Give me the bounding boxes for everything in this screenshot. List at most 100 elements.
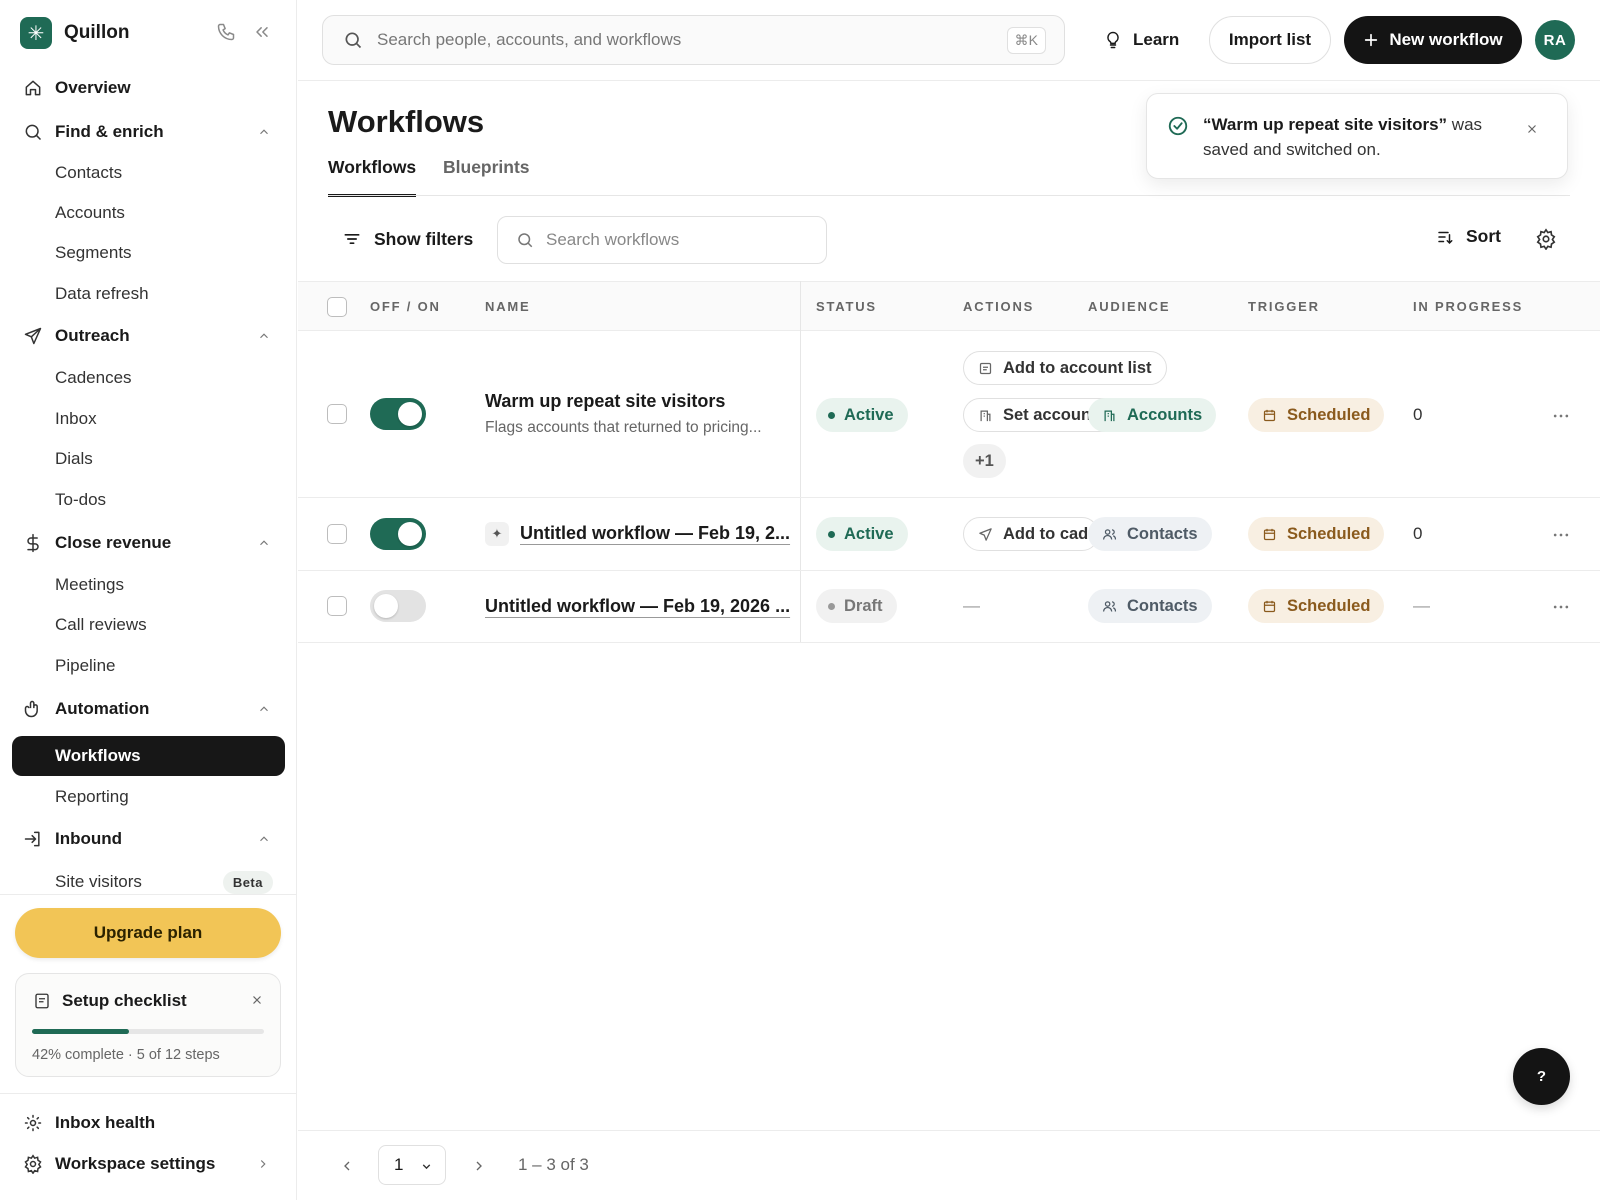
column-header-toggle[interactable]: OFF / ON	[370, 299, 441, 314]
workflow-name[interactable]: Untitled workflow — Feb 19, 2...	[520, 523, 790, 544]
row-checkbox[interactable]	[327, 524, 347, 544]
status-badge: Active	[816, 398, 908, 432]
sidebar-item-dials[interactable]: Dials	[12, 439, 285, 479]
avatar[interactable]: RA	[1535, 20, 1575, 60]
brand[interactable]: ✳ Quillon	[20, 17, 129, 49]
learn-button[interactable]: Learn	[1103, 22, 1179, 58]
sidebar-group-inbound[interactable]: Inbound	[12, 819, 285, 859]
table-row[interactable]: Warm up repeat site visitors Flags accou…	[298, 331, 1600, 498]
column-header-in-progress[interactable]: IN PROGRESS	[1413, 299, 1523, 314]
sidebar-group-close-revenue[interactable]: Close revenue	[12, 523, 285, 563]
close-icon[interactable]	[1525, 122, 1539, 136]
table-settings-gear-icon[interactable]	[1535, 228, 1557, 250]
sidebar-item-meetings[interactable]: Meetings	[12, 565, 285, 605]
sidebar-item-overview[interactable]: Overview	[12, 68, 285, 108]
column-header-audience[interactable]: AUDIENCE	[1088, 299, 1170, 314]
sidebar-item-accounts[interactable]: Accounts	[12, 193, 285, 233]
home-icon	[22, 78, 44, 98]
row-checkbox[interactable]	[327, 404, 347, 424]
column-header-actions[interactable]: ACTIONS	[963, 299, 1034, 314]
checklist-title: Setup checklist	[62, 991, 187, 1010]
sidebar-group-automation[interactable]: Automation	[12, 689, 285, 729]
sidebar-item-pipeline[interactable]: Pipeline	[12, 646, 285, 686]
global-search-input[interactable]	[377, 30, 977, 50]
status-badge: Draft	[816, 589, 897, 623]
column-header-name[interactable]: NAME	[485, 299, 530, 314]
sidebar-item-workflows[interactable]: Workflows	[12, 736, 285, 776]
status-dot	[828, 602, 835, 610]
search-icon	[22, 122, 44, 142]
page-select[interactable]: 1	[378, 1145, 446, 1185]
global-search[interactable]: ⌘K	[322, 15, 1065, 65]
tab-workflows[interactable]: Workflows	[328, 157, 417, 197]
table-row[interactable]: Untitled workflow — Feb 19, 2026 ... Dra…	[298, 571, 1600, 643]
workflow-name[interactable]: Warm up repeat site visitors	[485, 391, 725, 412]
sidebar-item-reporting[interactable]: Reporting	[12, 777, 285, 817]
more-options-icon[interactable]	[1551, 597, 1571, 617]
sidebar-item-contacts[interactable]: Contacts	[12, 153, 285, 193]
setup-checklist[interactable]: Setup checklist 42% complete · 5 of 12 s…	[15, 973, 281, 1077]
chevron-up-icon	[257, 702, 271, 716]
action-chip[interactable]: Add to cadence	[963, 517, 1099, 551]
workflow-toggle[interactable]	[370, 518, 426, 550]
sidebar-item-to-dos[interactable]: To-dos	[12, 480, 285, 520]
column-header-status[interactable]: STATUS	[816, 299, 877, 314]
more-options-icon[interactable]	[1551, 525, 1571, 545]
phone-icon[interactable]	[216, 22, 236, 42]
sidebar-item-inbox[interactable]: Inbox	[12, 399, 285, 439]
table-row[interactable]: ✦ Untitled workflow — Feb 19, 2... Activ…	[298, 498, 1600, 571]
toggle-knob	[398, 402, 422, 426]
sidebar-group-label: Find & enrich	[55, 122, 164, 141]
sidebar-item-segments[interactable]: Segments	[12, 233, 285, 273]
sidebar-item-call-reviews[interactable]: Call reviews	[12, 605, 285, 645]
chevron-right-icon[interactable]	[471, 1158, 487, 1174]
sidebar-item-data-refresh[interactable]: Data refresh	[12, 274, 285, 314]
workflow-toggle[interactable]	[370, 590, 426, 622]
chevron-left-icon[interactable]	[339, 1158, 355, 1174]
more-actions-chip[interactable]: +1	[963, 444, 1006, 478]
shortcut-hint: ⌘K	[1006, 27, 1046, 54]
send-icon	[978, 527, 993, 542]
beta-badge: Beta	[222, 870, 273, 894]
column-header-trigger[interactable]: TRIGGER	[1248, 299, 1320, 314]
sort-button[interactable]: Sort	[1436, 226, 1501, 247]
checklist-progress-fill	[32, 1029, 130, 1034]
workflow-search[interactable]	[497, 216, 827, 264]
calendar-icon	[1262, 527, 1277, 542]
new-workflow-button[interactable]: New workflow	[1344, 16, 1522, 64]
collapse-sidebar-icon[interactable]	[252, 22, 272, 42]
lightbulb-icon	[1103, 30, 1123, 50]
show-filters-button[interactable]: Show filters	[342, 226, 473, 252]
select-all-checkbox[interactable]	[327, 297, 347, 317]
sidebar-group-label: Inbound	[55, 829, 123, 848]
workflow-search-input[interactable]	[546, 230, 806, 250]
sidebar-group-outreach[interactable]: Outreach	[12, 316, 285, 356]
sidebar-item-label: Inbox	[55, 409, 97, 428]
more-options-icon[interactable]	[1551, 406, 1571, 426]
workflow-toggle[interactable]	[370, 398, 426, 430]
help-button[interactable]: ?	[1513, 1048, 1570, 1105]
workflow-name[interactable]: Untitled workflow — Feb 19, 2026 ...	[485, 596, 790, 617]
sort-label: Sort	[1466, 226, 1501, 246]
sidebar-item-workspace-settings[interactable]: Workspace settings	[12, 1144, 284, 1184]
dollar-icon	[22, 533, 44, 553]
sidebar-item-label: Inbox health	[55, 1113, 156, 1132]
status-label: Active	[844, 524, 894, 543]
import-list-button[interactable]: Import list	[1209, 16, 1331, 64]
check-circle-icon	[1167, 115, 1189, 137]
sidebar-item-inbox-health[interactable]: Inbox health	[12, 1103, 284, 1143]
row-checkbox[interactable]	[327, 596, 347, 616]
sidebar-item-cadences[interactable]: Cadences	[12, 358, 285, 398]
sidebar-item-site-visitors[interactable]: Site visitors Beta	[12, 862, 285, 902]
tab-blueprints[interactable]: Blueprints	[443, 157, 530, 197]
sort-icon	[1436, 228, 1454, 246]
upgrade-plan-button[interactable]: Upgrade plan	[15, 908, 281, 958]
audience-label: Contacts	[1127, 524, 1198, 543]
tabs-divider	[328, 195, 1570, 196]
in-progress-count: 0	[1413, 405, 1423, 424]
sidebar-item-label: Meetings	[55, 575, 124, 594]
action-chip[interactable]: Add to account list	[963, 351, 1167, 385]
sidebar-group-find-enrich[interactable]: Find & enrich	[12, 112, 285, 152]
close-icon[interactable]	[250, 993, 264, 1007]
sparkle-icon: ✦	[485, 522, 509, 546]
